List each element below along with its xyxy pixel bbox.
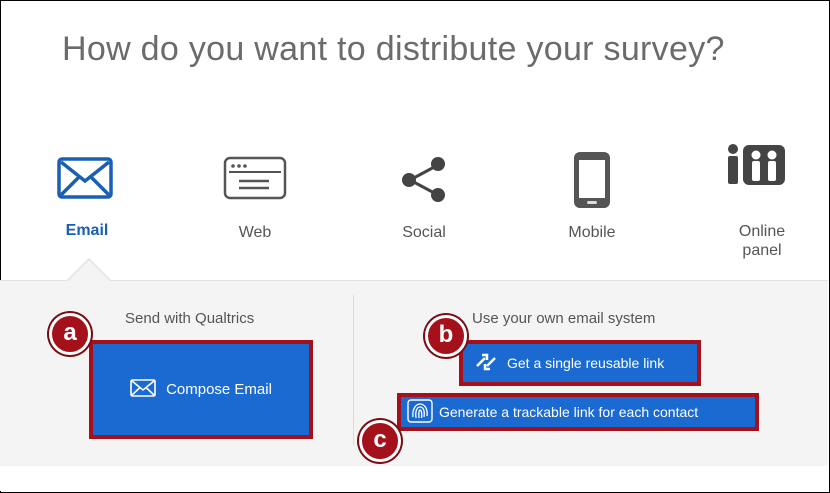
tab-mobile-label: Mobile [568, 224, 616, 241]
section-divider [353, 295, 354, 445]
envelope-icon[interactable] [57, 157, 113, 204]
tab-email[interactable]: Email [27, 221, 147, 240]
reusable-link-label: Get a single reusable link [507, 355, 665, 371]
page-title: How do you want to distribute your surve… [62, 30, 725, 68]
tab-web[interactable]: Web [195, 223, 315, 242]
qualtrics-section-heading: Send with Qualtrics [125, 310, 255, 327]
own-system-section-heading: Use your own email system [472, 310, 656, 327]
fingerprint-icon [407, 398, 433, 426]
active-tab-pointer-fill [68, 260, 110, 281]
annotation-marker-b: b [425, 315, 467, 357]
tab-social-label: Social [402, 224, 446, 241]
web-page-icon[interactable] [223, 156, 287, 205]
share-icon[interactable] [400, 155, 448, 208]
tab-social[interactable]: Social [364, 223, 484, 242]
tab-web-label: Web [238, 224, 272, 241]
tab-email-label: Email [65, 222, 109, 239]
link-icon [473, 351, 499, 376]
reusable-link-button[interactable]: Get a single reusable link [459, 340, 701, 386]
tab-online-panel[interactable]: Online panel [702, 203, 822, 279]
compose-email-label: Compose Email [166, 381, 272, 398]
mobile-phone-icon[interactable] [572, 150, 612, 215]
tab-online-panel-label: Online panel [738, 223, 786, 259]
tab-mobile[interactable]: Mobile [532, 223, 652, 242]
compose-email-button[interactable]: Compose Email [89, 340, 313, 439]
trackable-link-button[interactable]: Generate a trackable link for each conta… [397, 393, 759, 431]
trackable-link-label: Generate a trackable link for each conta… [439, 404, 699, 420]
people-panel-icon[interactable] [725, 143, 787, 192]
annotation-marker-a: a [49, 313, 91, 355]
footer-space [0, 466, 828, 491]
annotation-marker-c: c [359, 420, 401, 462]
envelope-icon [130, 378, 156, 401]
